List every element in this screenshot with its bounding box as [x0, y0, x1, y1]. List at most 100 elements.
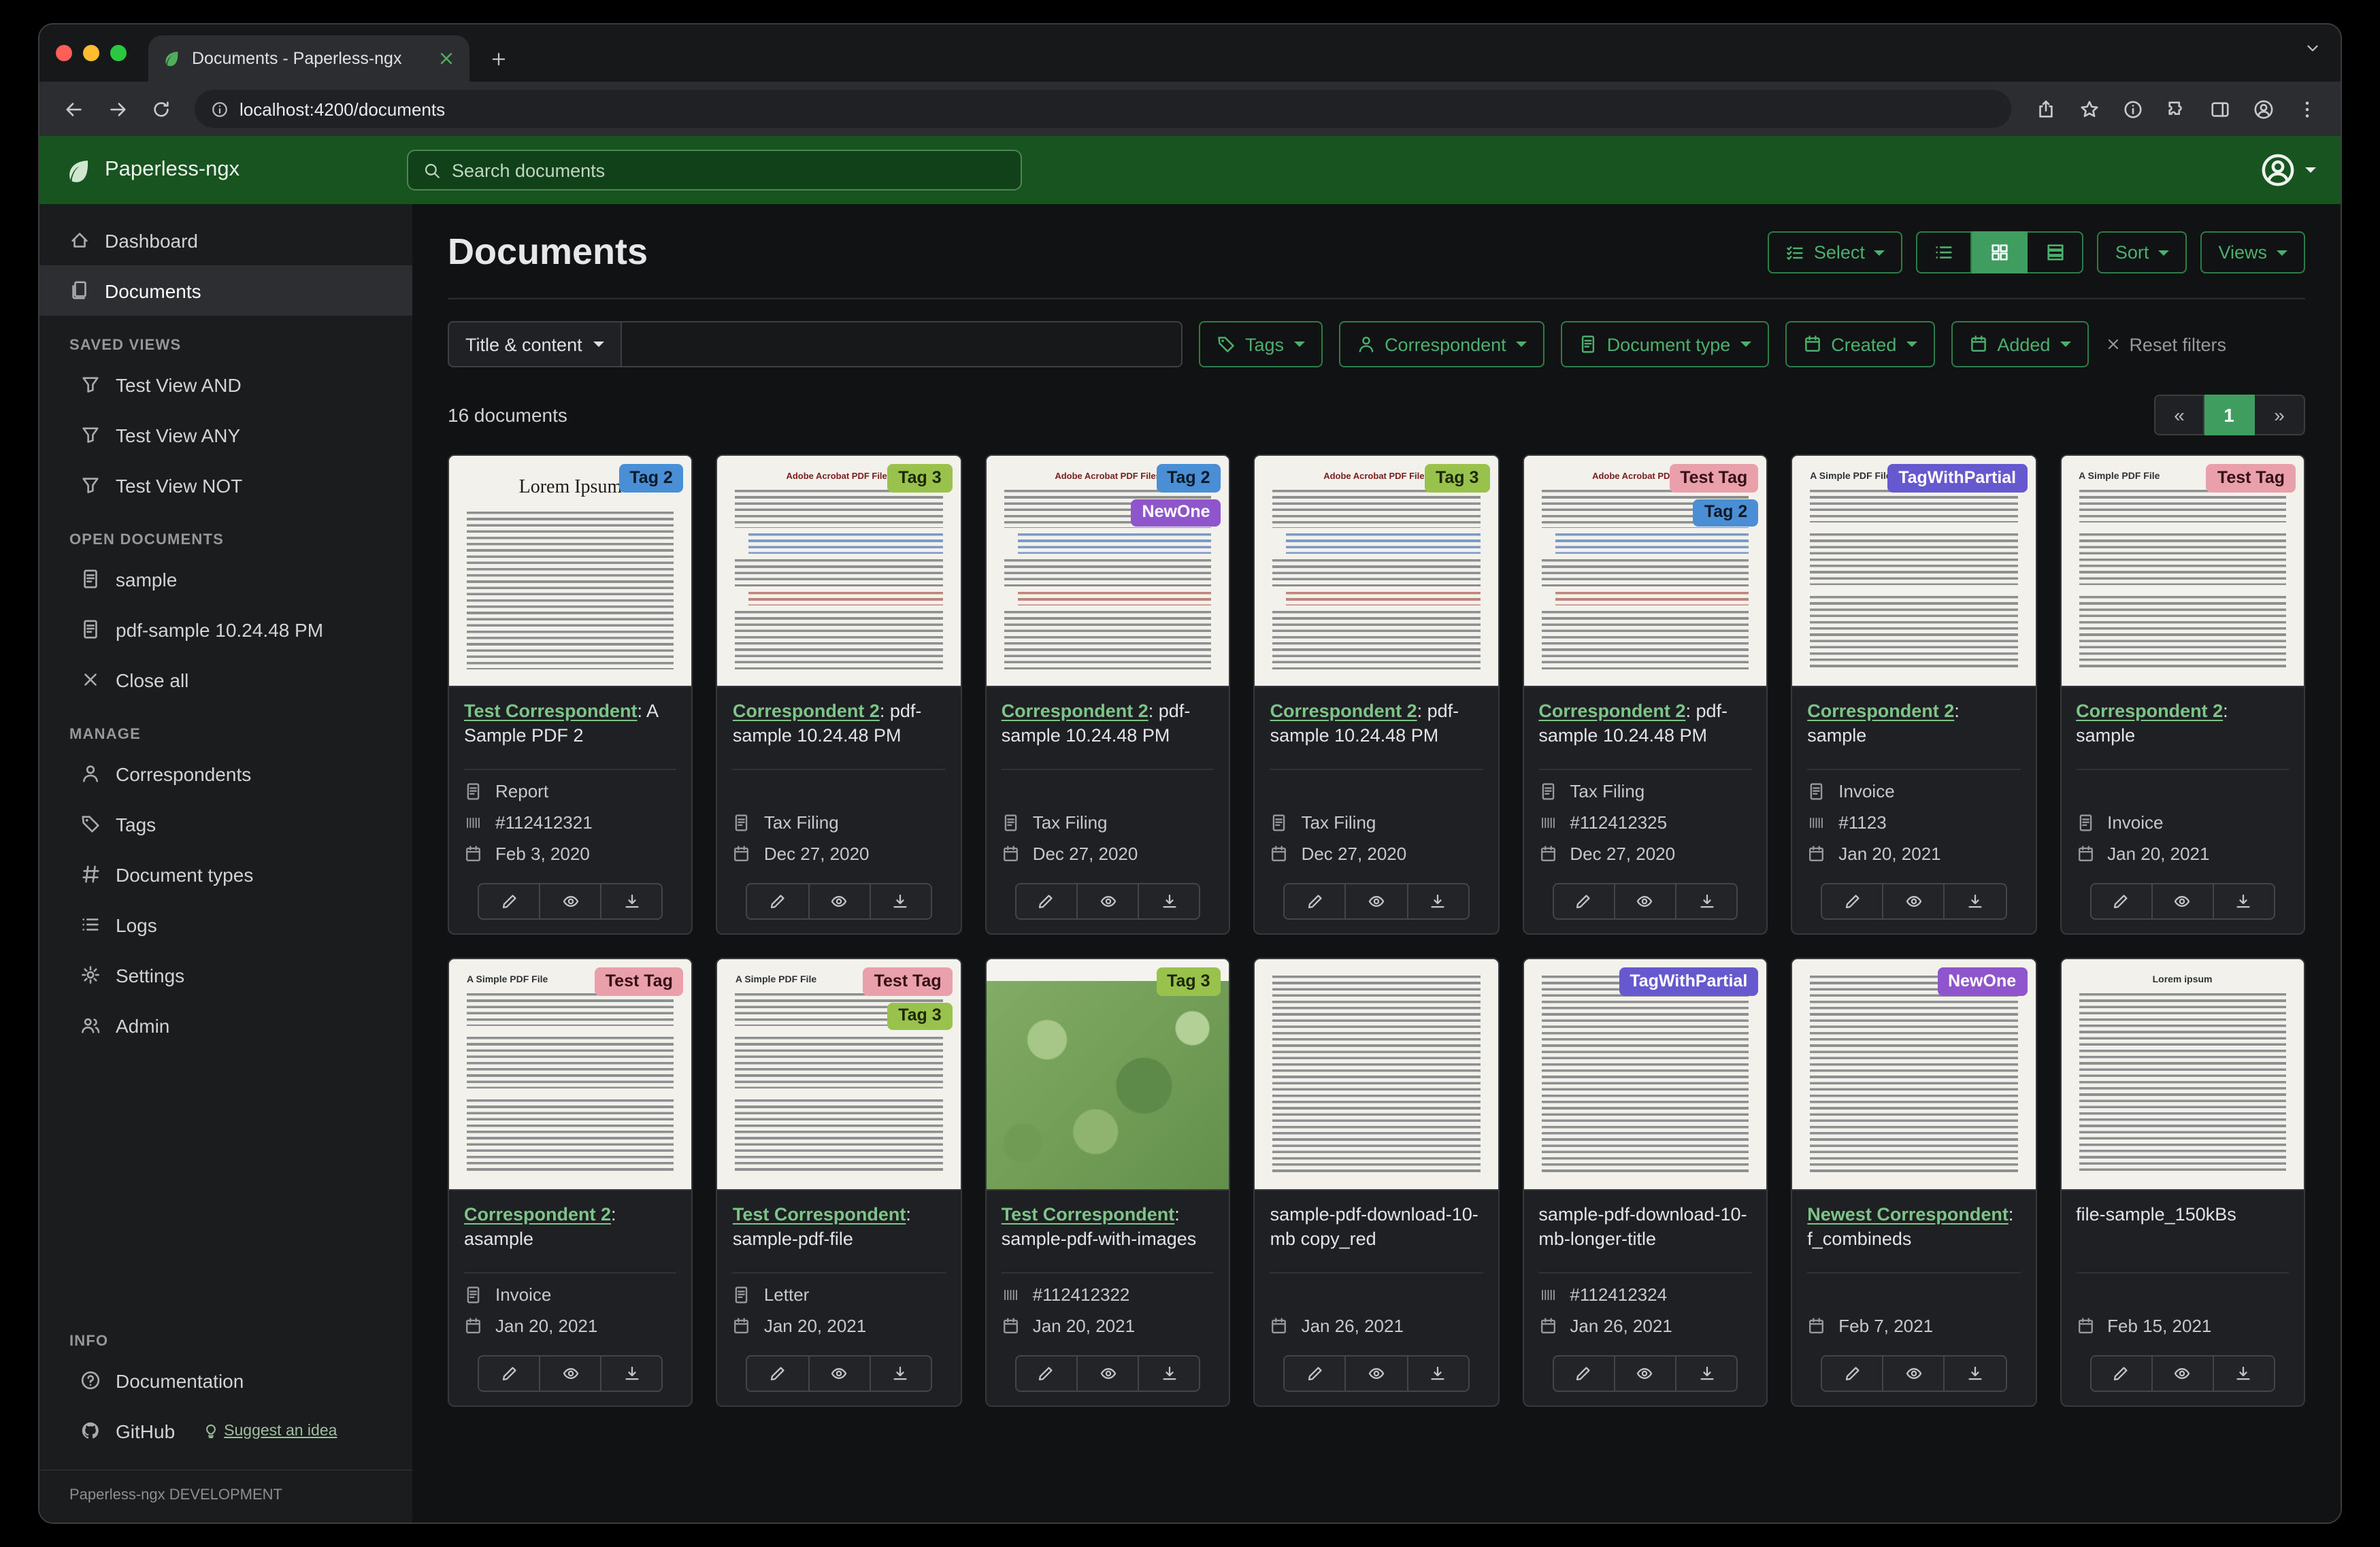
preview-button[interactable] — [1615, 1355, 1676, 1392]
sidebar-item-logs[interactable]: Logs — [39, 899, 412, 950]
sidebar-item-documentation[interactable]: Documentation — [39, 1355, 412, 1405]
download-button[interactable] — [870, 1355, 932, 1392]
edit-button[interactable] — [1283, 883, 1346, 920]
tag-badge[interactable]: NewOne — [1937, 967, 2028, 996]
sidebar-item-document-types[interactable]: Document types — [39, 849, 412, 899]
correspondent-link[interactable]: Test Correspondent — [1002, 1204, 1175, 1225]
tag-badge[interactable]: TagWithPartial — [1619, 967, 1759, 996]
back-button[interactable] — [53, 88, 94, 129]
profile-button[interactable] — [2243, 88, 2283, 129]
previous-page-button[interactable]: « — [2154, 395, 2204, 435]
document-thumbnail[interactable] — [1255, 959, 1498, 1191]
minimize-window-button[interactable] — [83, 45, 99, 61]
sidebar-item-test-view-and[interactable]: Test View AND — [39, 359, 412, 410]
filter-correspondent-button[interactable]: Correspondent — [1338, 321, 1544, 367]
preview-button[interactable] — [1346, 1355, 1408, 1392]
correspondent-link[interactable]: Correspondent 2 — [1270, 701, 1417, 721]
preview-button[interactable] — [809, 883, 871, 920]
correspondent-link[interactable]: Newest Correspondent — [1807, 1204, 2009, 1225]
preview-button[interactable] — [1077, 1355, 1140, 1392]
sidebar-item-close-all[interactable]: Close all — [39, 654, 412, 705]
reset-filters-button[interactable]: Reset filters — [2104, 334, 2226, 354]
edit-button[interactable] — [1014, 883, 1078, 920]
tag-badge[interactable]: Tag 2 — [618, 464, 684, 493]
download-button[interactable] — [1945, 1355, 2007, 1392]
tag-badge[interactable]: Tag 2 — [1156, 464, 1221, 493]
sidebar-item-dashboard[interactable]: Dashboard — [39, 215, 412, 265]
document-thumbnail[interactable]: Tag 3 — [986, 959, 1229, 1191]
document-thumbnail[interactable]: NewOne — [1792, 959, 2036, 1191]
edit-button[interactable] — [1552, 1355, 1615, 1392]
document-thumbnail[interactable]: Adobe Acrobat PDF Files Tag 3 — [1255, 456, 1498, 687]
download-button[interactable] — [2213, 1355, 2275, 1392]
edit-button[interactable] — [2089, 883, 2153, 920]
preview-button[interactable] — [1883, 1355, 1945, 1392]
bookmark-star-button[interactable] — [2068, 88, 2109, 129]
preview-button[interactable] — [540, 883, 602, 920]
sidebar-item-tags[interactable]: Tags — [39, 799, 412, 849]
document-thumbnail[interactable]: A Simple PDF File TagWithPartial — [1792, 456, 2036, 687]
download-button[interactable] — [601, 883, 663, 920]
user-menu[interactable] — [2260, 152, 2316, 188]
preview-button[interactable] — [1883, 883, 1945, 920]
download-button[interactable] — [870, 883, 932, 920]
tag-badge[interactable]: Test Tag — [863, 967, 953, 996]
sidebar-item-sample[interactable]: sample — [39, 554, 412, 604]
tag-badge[interactable]: TagWithPartial — [1887, 464, 2028, 493]
document-thumbnail[interactable]: Adobe Acrobat PDF Files Test Tag Tag 2 — [1523, 456, 1767, 687]
preview-button[interactable] — [540, 1355, 602, 1392]
title-content-dropdown[interactable]: Title & content — [448, 321, 622, 367]
edit-button[interactable] — [746, 1355, 810, 1392]
sidebar-item-github[interactable]: GitHub Suggest an idea — [39, 1405, 412, 1456]
document-thumbnail[interactable]: A Simple PDF File Test Tag — [2061, 456, 2304, 687]
sidebar-item-test-view-not[interactable]: Test View NOT — [39, 460, 412, 510]
sidebar-item-documents[interactable]: Documents — [39, 265, 412, 316]
share-button[interactable] — [2025, 88, 2066, 129]
correspondent-link[interactable]: Correspondent 2 — [1807, 701, 1954, 721]
download-button[interactable] — [1676, 1355, 1738, 1392]
correspondent-link[interactable]: Correspondent 2 — [464, 1204, 611, 1225]
document-thumbnail[interactable]: Lorem Ipsum Tag 2 — [449, 456, 692, 687]
preview-button[interactable] — [1615, 883, 1676, 920]
browser-menu-button[interactable] — [2286, 88, 2327, 129]
edit-button[interactable] — [478, 883, 541, 920]
document-thumbnail[interactable]: Lorem ipsum — [2061, 959, 2304, 1191]
address-bar[interactable]: localhost:4200/documents — [195, 90, 2011, 128]
new-tab-button[interactable] — [480, 41, 516, 76]
tag-badge[interactable]: Tag 3 — [887, 464, 953, 493]
extensions-button[interactable] — [2155, 88, 2196, 129]
site-info-icon[interactable] — [211, 100, 229, 118]
page-1-button[interactable]: 1 — [2204, 395, 2255, 435]
tag-badge[interactable]: Tag 3 — [1424, 464, 1490, 493]
tag-badge[interactable]: Tag 3 — [887, 1002, 953, 1031]
browser-tab[interactable]: Documents - Paperless-ngx — [148, 35, 469, 82]
correspondent-link[interactable]: Test Correspondent — [464, 701, 638, 721]
download-button[interactable] — [601, 1355, 663, 1392]
correspondent-link[interactable]: Correspondent 2 — [2076, 701, 2223, 721]
preview-button[interactable] — [2152, 1355, 2214, 1392]
side-panel-button[interactable] — [2199, 88, 2240, 129]
close-window-button[interactable] — [56, 45, 72, 61]
edit-button[interactable] — [746, 883, 810, 920]
tag-badge[interactable]: Test Tag — [1669, 464, 1759, 493]
edit-button[interactable] — [1821, 1355, 1884, 1392]
download-button[interactable] — [2213, 883, 2275, 920]
sidebar-item-pdf-sample-10-24-48-pm[interactable]: pdf-sample 10.24.48 PM — [39, 604, 412, 654]
preview-button[interactable] — [2152, 883, 2214, 920]
tag-badge[interactable]: Test Tag — [2206, 464, 2296, 493]
sidebar-item-test-view-any[interactable]: Test View ANY — [39, 410, 412, 460]
document-thumbnail[interactable]: Adobe Acrobat PDF Files Tag 2 NewOne — [986, 456, 1229, 687]
edit-button[interactable] — [1014, 1355, 1078, 1392]
app-brand[interactable]: Paperless-ngx — [64, 156, 407, 184]
download-button[interactable] — [1139, 1355, 1201, 1392]
tag-badge[interactable]: Tag 3 — [1156, 967, 1221, 996]
correspondent-link[interactable]: Correspondent 2 — [1538, 701, 1685, 721]
preview-button[interactable] — [1077, 883, 1140, 920]
reload-button[interactable] — [140, 88, 181, 129]
edit-button[interactable] — [1283, 1355, 1346, 1392]
edit-button[interactable] — [478, 1355, 541, 1392]
next-page-button[interactable]: » — [2255, 395, 2305, 435]
view-grid-button[interactable] — [1972, 231, 2028, 273]
download-button[interactable] — [1139, 883, 1201, 920]
download-button[interactable] — [1408, 1355, 1470, 1392]
